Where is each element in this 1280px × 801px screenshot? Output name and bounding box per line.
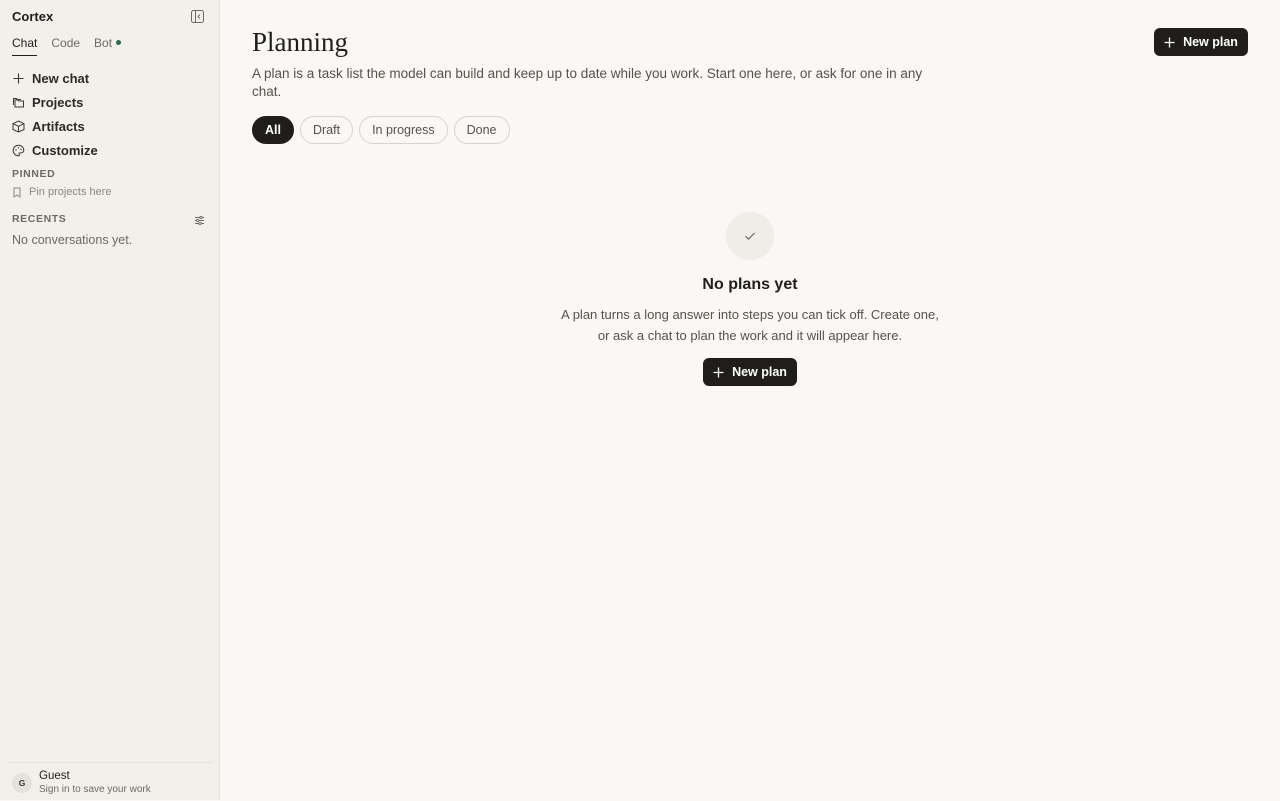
sidebar-item-projects[interactable]: Projects: [12, 90, 208, 114]
filter-all[interactable]: All: [252, 116, 294, 144]
user-account[interactable]: G Guest Sign in to save your work: [6, 762, 212, 801]
filter-done[interactable]: Done: [453, 116, 510, 144]
sidebar-item-new-chat[interactable]: New chat: [12, 66, 208, 90]
sidebar-item-label: Artifacts: [32, 118, 85, 134]
palette-icon: [12, 144, 25, 157]
page-description: A plan is a task list the model can buil…: [252, 66, 923, 99]
pinned-hint-text: Pin projects here: [29, 186, 112, 198]
bookmark-icon: [12, 187, 22, 198]
pinned-empty-hint: Pin projects here: [12, 186, 112, 198]
collapse-sidebar-icon[interactable]: [191, 10, 204, 23]
checkmark-icon: [726, 212, 774, 260]
mode-tabs: Chat Code Bot: [12, 36, 122, 56]
new-plan-button[interactable]: New plan: [1154, 28, 1248, 56]
empty-state-title: No plans yet: [702, 276, 798, 293]
empty-state-description: A plan turns a long answer into steps yo…: [561, 307, 939, 343]
empty-state-new-plan-button[interactable]: New plan: [703, 358, 797, 386]
bot-status-dot: [116, 40, 122, 45]
pinned-heading: PINNED: [12, 168, 56, 180]
recents-heading: RECENTS: [12, 213, 67, 225]
filter-draft[interactable]: Draft: [299, 116, 354, 144]
tab-code[interactable]: Code: [51, 36, 80, 56]
user-subtitle: Sign in to save your work: [39, 784, 151, 795]
filter-in-progress[interactable]: In progress: [359, 116, 448, 144]
sidebar-item-artifacts[interactable]: Artifacts: [12, 114, 208, 138]
tab-bot-label: Bot: [94, 36, 113, 50]
status-filters: All Draft In progress Done: [252, 116, 510, 144]
recents-empty-text: No conversations yet.: [12, 233, 133, 247]
plus-icon: [713, 367, 724, 378]
tab-chat[interactable]: Chat: [12, 36, 38, 56]
new-plan-label: New plan: [1183, 35, 1238, 49]
avatar: G: [12, 773, 32, 793]
tab-bot[interactable]: Bot: [94, 36, 122, 56]
sidebar-nav: New chat Projects Artifacts Customize: [12, 66, 208, 162]
plus-icon: [1164, 37, 1175, 48]
plus-icon: [12, 72, 25, 85]
sidebar-item-customize[interactable]: Customize: [12, 138, 208, 162]
app-name: Cortex: [12, 9, 54, 24]
sidebar-item-label: Projects: [32, 94, 84, 110]
user-name: Guest: [39, 770, 70, 782]
sidebar-item-label: Customize: [32, 142, 98, 158]
box-icon: [12, 119, 25, 133]
page-title: Planning: [252, 27, 349, 57]
new-plan-label: New plan: [732, 365, 787, 379]
sidebar-item-label: New chat: [32, 70, 90, 86]
folders-icon: [12, 96, 25, 109]
filter-sliders-icon[interactable]: [194, 213, 205, 226]
sidebar: Cortex Chat Code Bot New chat Projects A…: [0, 0, 220, 800]
